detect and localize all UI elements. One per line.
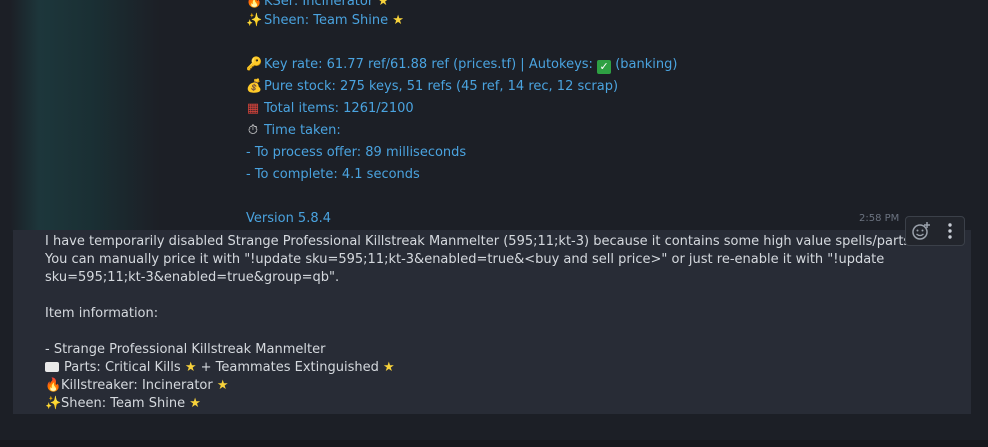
fire-icon: 🔥 xyxy=(246,0,263,9)
sheen-line: ✨Sheen: Team Shine ★ xyxy=(45,396,201,411)
fire-icon: 🔥 xyxy=(45,378,62,393)
prev-time-taken-line: ⏱ Time taken: xyxy=(247,123,341,138)
prev-process-offer-line: - To process offer: 89 milliseconds xyxy=(246,145,467,160)
prev-killstreaker-line: 🔥 KSer: Incinerator ★ xyxy=(246,0,389,10)
add-reaction-icon xyxy=(911,222,930,240)
star-icon: ★ xyxy=(392,13,404,28)
more-options-button[interactable] xyxy=(938,219,962,243)
keyboard-icon xyxy=(45,362,59,372)
message-line-1: I have temporarily disabled Strange Prof… xyxy=(45,234,915,249)
box-icon: ▦ xyxy=(246,101,260,116)
star-icon: ★ xyxy=(383,360,395,375)
prev-pure-stock-line: 💰 Pure stock: 275 keys, 51 refs (45 ref, … xyxy=(246,79,619,94)
background-glow xyxy=(10,0,160,232)
star-icon: ★ xyxy=(189,396,201,411)
message-action-bar xyxy=(905,216,965,246)
check-mark-icon: ✓ xyxy=(597,60,612,74)
bottom-divider xyxy=(0,440,988,447)
message-timestamp: 2:58 PM xyxy=(859,213,900,224)
prev-key-rate-line: 🔑 Key rate: 61.77 ref/61.88 ref (prices.t… xyxy=(246,57,678,74)
message-line-2: You can manually price it with "!update … xyxy=(45,252,885,267)
money-bag-icon: 💰 xyxy=(246,79,263,94)
more-options-icon xyxy=(947,223,952,239)
star-icon: ★ xyxy=(216,378,229,393)
sparkles-icon: ✨ xyxy=(246,13,263,28)
item-name-line: - Strange Professional Killstreak Manmel… xyxy=(45,342,326,357)
sparkles-icon: ✨ xyxy=(45,396,62,411)
parts-line: Parts: Critical Kills ★ + Teammates Exti… xyxy=(45,360,395,376)
item-info-label: Item information: xyxy=(45,306,159,321)
message-line-3: sku=595;11;kt-3&enabled=true&group=qb". xyxy=(45,270,340,285)
prev-sheen-line: ✨ Sheen: Team Shine ★ xyxy=(246,13,404,28)
star-icon: ★ xyxy=(377,0,389,9)
prev-total-items-line: ▦ Total items: 1261/2100 xyxy=(246,101,414,116)
stopwatch-icon: ⏱ xyxy=(247,123,259,138)
killstreaker-line: 🔥Killstreaker: Incinerator ★ xyxy=(45,378,229,393)
key-icon: 🔑 xyxy=(246,57,263,72)
prev-complete-line: - To complete: 4.1 seconds xyxy=(246,167,420,182)
star-icon: ★ xyxy=(184,360,197,375)
add-reaction-button[interactable] xyxy=(909,219,933,243)
prev-version-line: Version 5.8.4 xyxy=(246,211,332,226)
